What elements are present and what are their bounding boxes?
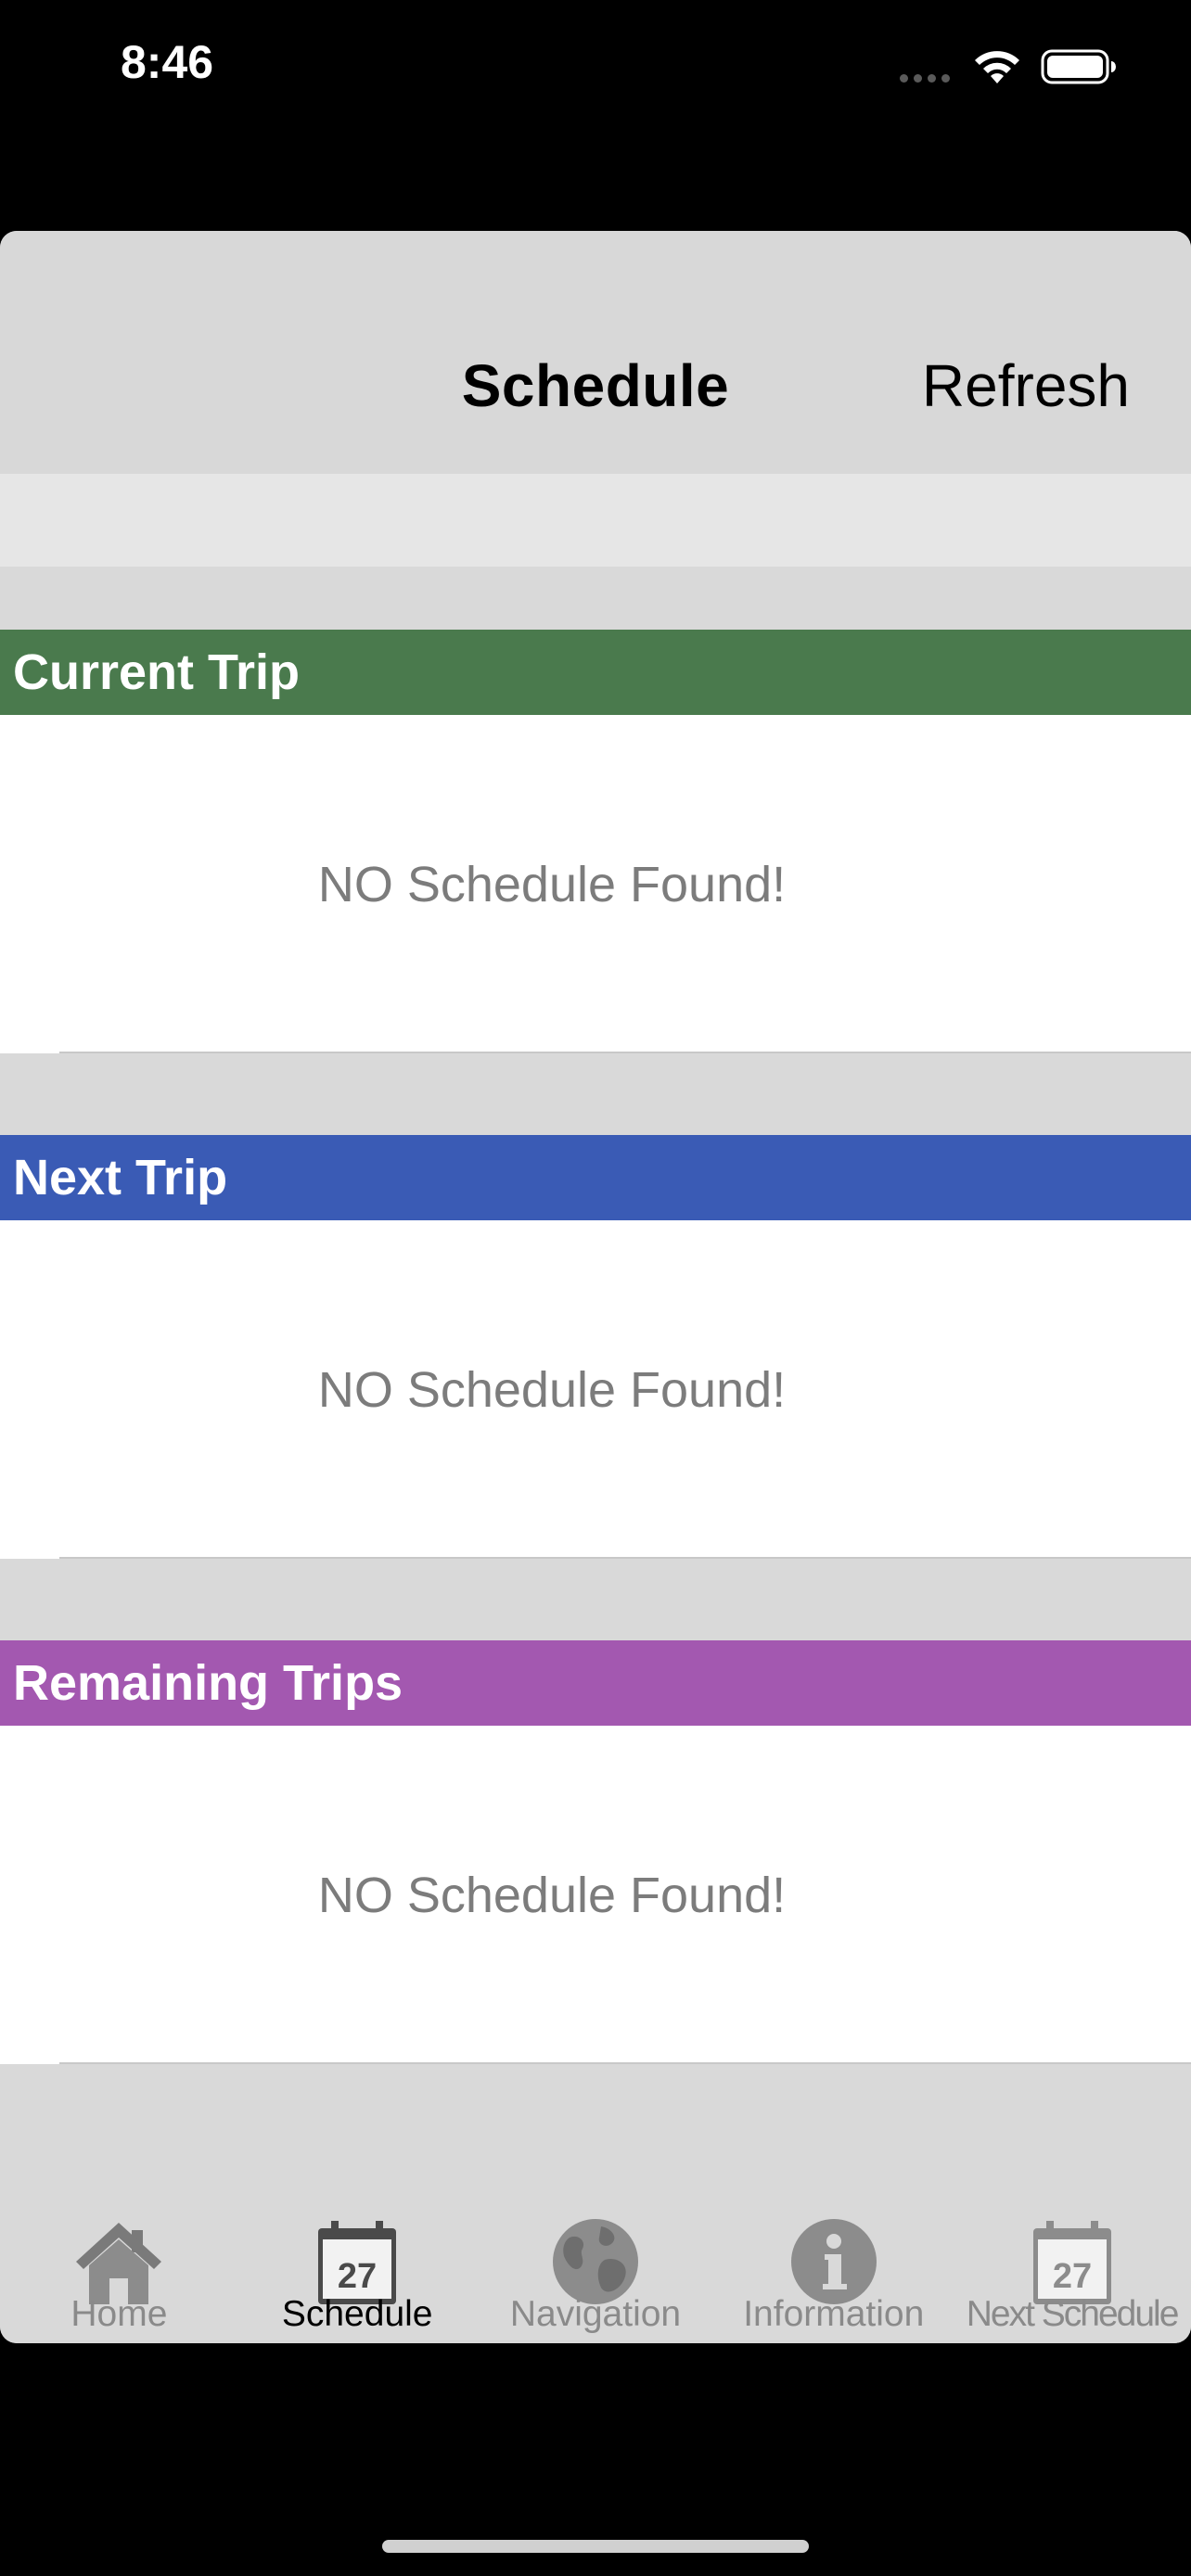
section-title: Current Trip [13,644,301,700]
refresh-button[interactable]: Refresh [922,351,1130,420]
empty-state-text: NO Schedule Found! [317,1867,787,1923]
calendar-day: 27 [1052,2257,1091,2296]
battery-icon [1041,49,1116,84]
tab-label: Schedule [281,2294,433,2334]
search-strip [0,474,1191,567]
tab-label: Home [70,2294,168,2334]
next-trip-list: NO Schedule Found! [0,1220,1191,1559]
section-header-remaining-trips: Remaining Trips [0,1640,1191,1726]
remaining-trips-section: Remaining Trips NO Schedule Found! [0,1640,1191,2064]
home-indicator[interactable] [382,2540,809,2553]
empty-state-text: NO Schedule Found! [317,1361,787,1418]
tab-navigation[interactable]: Navigation [477,2178,715,2343]
status-time: 8:46 [121,36,214,88]
current-trip-list: NO Schedule Found! [0,715,1191,1053]
tab-bar: Home 27 Schedule Navigation Information … [0,2178,1191,2343]
section-header-current-trip: Current Trip [0,630,1191,715]
tab-schedule[interactable]: 27 Schedule [238,2178,477,2343]
empty-state-text: NO Schedule Found! [317,856,787,912]
remaining-trips-list: NO Schedule Found! [0,1726,1191,2064]
tab-home[interactable]: Home [0,2178,238,2343]
status-bar: 8:46 [0,0,1191,139]
cellular-signal-icon [900,74,950,83]
current-trip-section: Current Trip NO Schedule Found! [0,630,1191,1053]
navigation-bar: Schedule Refresh [0,231,1191,474]
section-title: Remaining Trips [13,1655,403,1711]
tab-information[interactable]: Information [714,2178,953,2343]
tab-label: Next Schedule [966,2294,1180,2334]
calendar-day: 27 [338,2257,377,2296]
app-window: Schedule Refresh Current Trip NO Schedul… [0,231,1191,2343]
tab-label: Navigation [509,2294,682,2334]
section-title: Next Trip [13,1150,228,1205]
next-trip-section: Next Trip NO Schedule Found! [0,1135,1191,1559]
tab-next-schedule[interactable]: 27 Next Schedule [953,2178,1191,2343]
tab-label: Information [743,2294,925,2334]
wifi-icon [975,51,1019,83]
section-header-next-trip: Next Trip [0,1135,1191,1220]
